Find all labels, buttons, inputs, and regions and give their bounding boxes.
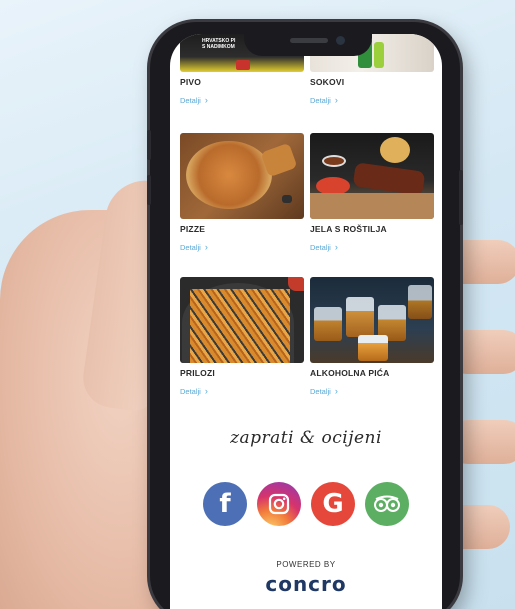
camera-icon	[336, 36, 345, 45]
volume-button	[147, 130, 151, 160]
card-title: PRILOZI	[180, 368, 215, 378]
instagram-icon[interactable]	[257, 482, 301, 526]
brand-logo[interactable]: concro	[170, 572, 442, 596]
details-link[interactable]: Detalji ›	[310, 242, 434, 252]
social-links: f G	[170, 482, 442, 526]
details-link[interactable]: Detalji ›	[310, 95, 434, 105]
menu-card-prilozi[interactable]: PRILOZI Detalji ›	[180, 277, 304, 396]
tripadvisor-icon[interactable]	[365, 482, 409, 526]
grill-image	[310, 133, 434, 219]
details-link[interactable]: Detalji ›	[180, 242, 304, 252]
details-link[interactable]: Detalji ›	[180, 95, 304, 105]
details-link[interactable]: Detalji ›	[310, 386, 434, 396]
card-title: ALKOHOLNA PIĆA	[310, 368, 390, 378]
beer-banner-text: HRVATSKO PI S NADIMKOM	[202, 38, 236, 50]
card-title: SOKOVI	[310, 77, 345, 87]
facebook-icon[interactable]: f	[203, 482, 247, 526]
card-title: JELA S ROŠTILJA	[310, 224, 387, 234]
chevron-right-icon: ›	[204, 242, 208, 252]
fries-image	[180, 277, 304, 363]
whiskey-image	[310, 277, 434, 363]
chevron-right-icon: ›	[334, 242, 338, 252]
volume-button	[147, 175, 151, 205]
speaker-icon	[290, 38, 328, 43]
chevron-right-icon: ›	[204, 386, 208, 396]
chevron-right-icon: ›	[334, 386, 338, 396]
phone-notch	[244, 30, 372, 56]
beer-logo	[236, 60, 250, 70]
social-heading: zaprati & ocijeni	[230, 428, 382, 448]
menu-card-jela-s-rostilja[interactable]: JELA S ROŠTILJA Detalji ›	[310, 133, 434, 252]
power-button	[459, 170, 463, 225]
pizza-image	[180, 133, 304, 219]
phone-screen: HRVATSKO PI S NADIMKOM PIVO Detalji › SOK…	[170, 34, 442, 609]
google-icon[interactable]: G	[311, 482, 355, 526]
details-link[interactable]: Detalji ›	[180, 386, 304, 396]
menu-card-alkoholna-pica[interactable]: ALKOHOLNA PIĆA Detalji ›	[310, 277, 434, 396]
chevron-right-icon: ›	[334, 95, 338, 105]
powered-by-label: POWERED BY	[276, 560, 336, 569]
card-title: PIVO	[180, 77, 202, 87]
card-title: PIZZE	[180, 224, 206, 234]
chevron-right-icon: ›	[204, 95, 208, 105]
menu-card-pizze[interactable]: PIZZE Detalji ›	[180, 133, 304, 252]
